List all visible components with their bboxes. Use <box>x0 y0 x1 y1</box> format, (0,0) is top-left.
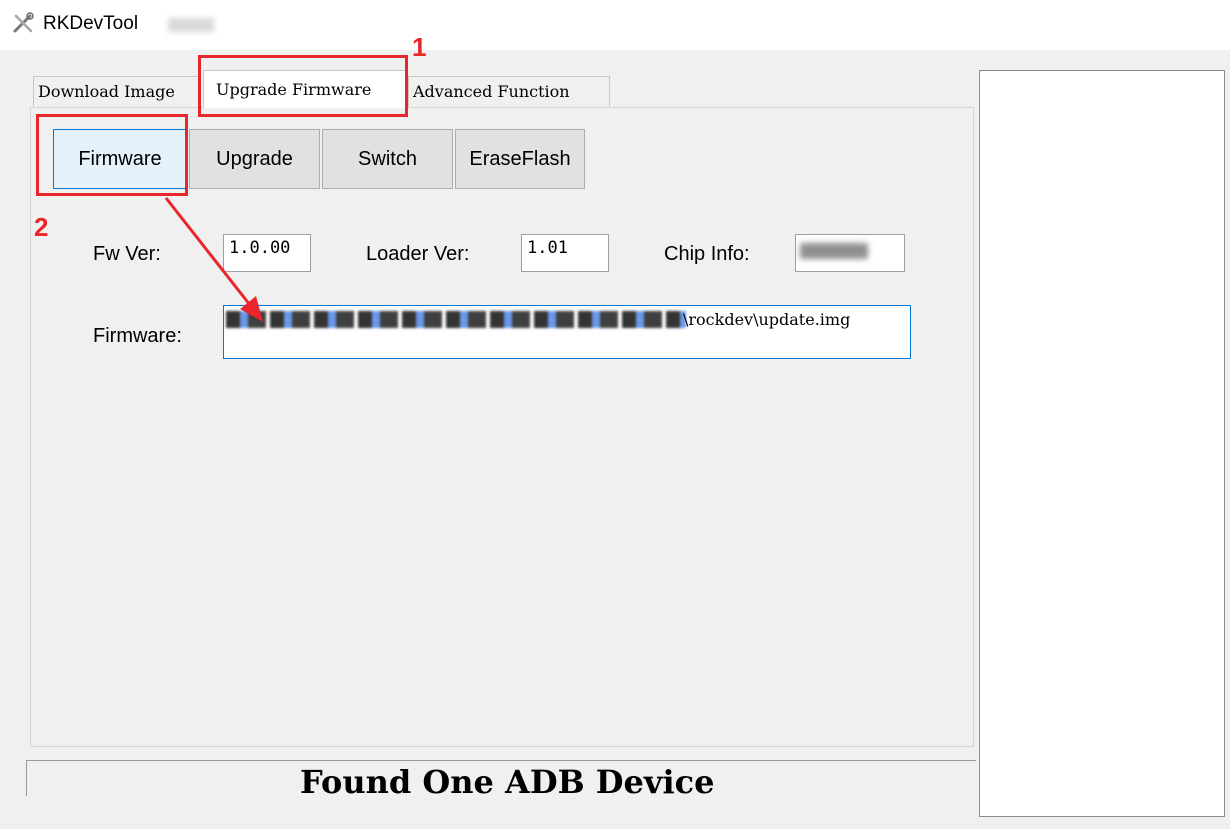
status-text: Found One ADB Device <box>300 763 715 801</box>
annotation-box-2 <box>36 114 188 196</box>
upgrade-firmware-panel <box>30 107 974 747</box>
tools-icon <box>13 12 34 33</box>
annotation-box-1 <box>198 55 408 117</box>
firmware-path-label: Firmware: <box>93 325 182 347</box>
title-bar: RKDevTool <box>0 0 1230 50</box>
firmware-path-text: \rockdev\update.img <box>683 310 851 329</box>
tab-advanced-function[interactable]: Advanced Function <box>408 76 610 108</box>
title-redacted <box>168 18 214 32</box>
log-panel[interactable] <box>979 70 1225 817</box>
loader-ver-field: 1.01 <box>521 234 609 272</box>
annotation-marker-2: 2 <box>34 212 49 242</box>
annotation-marker-1: 1 <box>412 32 427 62</box>
window-title: RKDevTool <box>43 13 139 34</box>
fw-ver-label: Fw Ver: <box>93 243 161 265</box>
chip-info-redacted <box>800 243 868 259</box>
upgrade-button[interactable]: Upgrade <box>189 129 320 189</box>
eraseflash-button[interactable]: EraseFlash <box>455 129 585 189</box>
chip-info-label: Chip Info: <box>664 243 750 265</box>
firmware-path-redacted <box>226 311 686 328</box>
loader-ver-label: Loader Ver: <box>366 243 470 265</box>
fw-ver-field: 1.0.00 <box>223 234 311 272</box>
switch-button[interactable]: Switch <box>322 129 453 189</box>
tab-download-image[interactable]: Download Image <box>33 76 199 108</box>
